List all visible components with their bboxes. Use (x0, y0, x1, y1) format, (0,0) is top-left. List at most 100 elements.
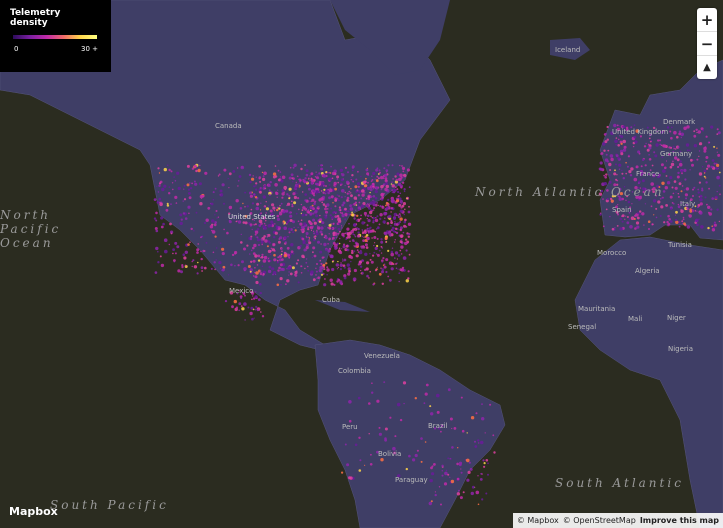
density-point (255, 176, 257, 178)
density-point (716, 133, 719, 136)
density-point (269, 253, 272, 255)
density-point (603, 149, 606, 152)
density-legend: Telemetry density 0 30 + (0, 0, 111, 72)
density-point (183, 188, 185, 190)
density-point (263, 222, 266, 225)
density-point (430, 412, 434, 416)
density-point (625, 161, 627, 164)
density-point (339, 281, 343, 285)
mapbox-attribution-link[interactable]: © Mapbox (517, 516, 559, 525)
density-point (193, 230, 195, 232)
density-point (231, 305, 234, 309)
density-point (369, 201, 374, 205)
density-point (379, 213, 383, 217)
density-point (312, 230, 315, 232)
density-point (315, 230, 318, 233)
density-point (304, 193, 308, 196)
density-point (268, 193, 271, 196)
density-point (689, 208, 692, 211)
density-point (349, 207, 354, 211)
density-point (323, 188, 326, 191)
density-point (301, 265, 303, 267)
density-point (305, 246, 309, 250)
density-point (618, 125, 620, 127)
density-point (698, 155, 700, 157)
density-point (312, 246, 316, 250)
density-point (429, 478, 433, 483)
density-point (279, 236, 283, 240)
density-point (307, 177, 310, 180)
density-point (609, 215, 611, 218)
density-point (669, 176, 673, 180)
density-point (665, 204, 668, 207)
density-point (310, 226, 314, 230)
mapbox-logo[interactable]: Mapbox (9, 505, 58, 518)
density-point (280, 202, 283, 205)
density-point (357, 204, 359, 207)
density-point (600, 212, 602, 214)
density-point (266, 245, 269, 248)
density-point (396, 402, 401, 407)
density-point (257, 298, 261, 301)
density-point (609, 169, 612, 171)
zoom-out-button[interactable]: − (697, 32, 717, 56)
density-point (307, 236, 310, 239)
density-point (670, 220, 673, 223)
density-point (616, 124, 619, 127)
density-point (665, 160, 668, 162)
density-point (467, 470, 471, 474)
zoom-in-button[interactable]: + (697, 8, 717, 32)
density-point (648, 158, 652, 161)
density-point (217, 216, 220, 218)
density-point (626, 216, 629, 218)
density-point (680, 169, 683, 173)
country-label: Germany (660, 150, 693, 158)
density-point (630, 216, 635, 220)
density-point (373, 207, 376, 210)
density-point (249, 253, 251, 255)
density-point (622, 148, 627, 152)
density-point (624, 218, 626, 220)
density-point (703, 169, 707, 173)
density-point (391, 181, 393, 183)
improve-map-link[interactable]: Improve this map (640, 516, 719, 525)
density-point (381, 196, 385, 199)
density-point (660, 205, 664, 209)
density-point (286, 246, 290, 250)
density-point (453, 427, 457, 430)
density-point (711, 225, 713, 227)
density-point (306, 206, 309, 208)
density-point (403, 220, 407, 224)
density-point (649, 140, 652, 143)
country-label: Spain (612, 206, 632, 214)
density-point (385, 270, 388, 274)
density-point (628, 170, 632, 174)
density-point (376, 253, 380, 257)
density-point (157, 167, 160, 170)
density-point (254, 254, 258, 258)
density-point (354, 185, 358, 189)
density-point (217, 175, 220, 177)
density-point (405, 279, 409, 283)
density-point (346, 192, 349, 195)
density-point (292, 192, 296, 196)
density-point (258, 165, 261, 168)
density-point (253, 193, 256, 196)
density-point (370, 215, 372, 217)
density-point (155, 211, 158, 215)
density-point (369, 253, 371, 255)
density-point (353, 250, 356, 253)
density-point (305, 236, 308, 239)
density-point (340, 178, 344, 182)
osm-attribution-link[interactable]: © OpenStreetMap (563, 516, 636, 525)
density-point (307, 240, 310, 242)
density-point (300, 203, 303, 206)
density-point (375, 186, 378, 189)
density-point (440, 503, 442, 506)
density-point (429, 405, 432, 408)
density-point (450, 458, 452, 460)
density-point (344, 207, 347, 211)
map-canvas[interactable]: North Atlantic Ocean North Pacific Ocean… (0, 0, 723, 528)
compass-button[interactable]: ▲ (697, 56, 717, 79)
density-point (255, 291, 257, 293)
